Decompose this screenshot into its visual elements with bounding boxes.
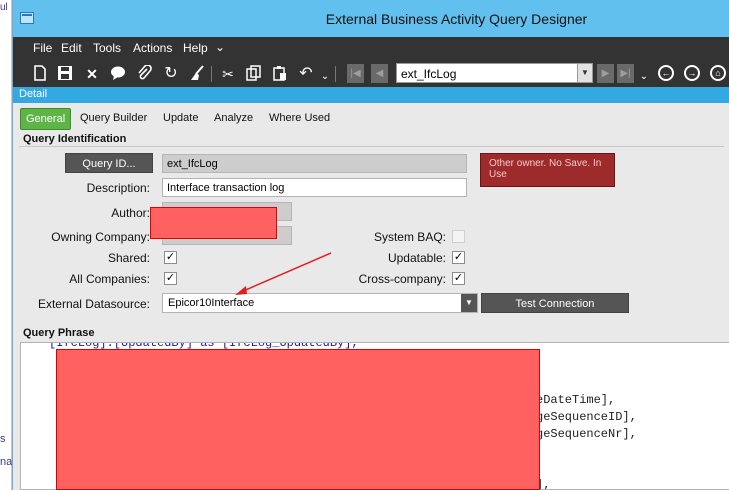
- app-window: External Business Activity Query Designe…: [12, 0, 729, 490]
- title-bar[interactable]: External Business Activity Query Designe…: [13, 0, 729, 37]
- external-datasource-value: Epicor10Interface: [168, 297, 255, 309]
- previous-record-icon[interactable]: ◀: [371, 64, 388, 83]
- description-field[interactable]: Interface transaction log: [162, 178, 467, 197]
- paste-icon[interactable]: [271, 65, 289, 83]
- author-label: Author:: [111, 206, 150, 220]
- tab-analyze[interactable]: Analyze: [214, 112, 253, 124]
- query-line-fragment: geSequenceID],: [536, 410, 637, 424]
- delete-icon[interactable]: ✕: [83, 65, 101, 83]
- nav-overflow-icon[interactable]: ⌄: [635, 68, 653, 86]
- menu-actions[interactable]: Actions: [133, 41, 172, 55]
- record-navigator-value: ext_IfcLog: [401, 67, 457, 81]
- undo-icon[interactable]: ↶: [297, 65, 315, 83]
- query-identification-header: Query Identification: [23, 133, 127, 145]
- shared-label: Shared:: [107, 251, 150, 265]
- query-id-field[interactable]: ext_IfcLog: [162, 154, 467, 173]
- chevron-down-icon[interactable]: ▼: [577, 64, 592, 82]
- attach-icon[interactable]: [135, 64, 153, 83]
- all-companies-label: All Companies:: [69, 272, 150, 286]
- toolbar-separator: [211, 66, 212, 82]
- status-badge: Other owner. No Save. In Use: [480, 153, 615, 187]
- menu-bar: File Edit Tools Actions Help ⌄: [13, 37, 729, 60]
- toolbar-overflow-icon[interactable]: ⌄: [316, 68, 334, 86]
- menu-overflow-icon[interactable]: ⌄: [215, 40, 225, 54]
- first-record-icon[interactable]: |◀: [347, 64, 364, 83]
- redaction-box: [150, 207, 277, 239]
- updatable-checkbox[interactable]: ✓: [452, 251, 465, 264]
- redaction-box: [56, 349, 540, 490]
- menu-tools[interactable]: Tools: [93, 41, 121, 55]
- shared-checkbox[interactable]: ✓: [164, 251, 177, 264]
- tab-where-used[interactable]: Where Used: [269, 112, 330, 124]
- detail-label: Detail: [19, 88, 48, 100]
- external-datasource-label: External Datasource:: [37, 297, 150, 311]
- record-navigator-combo[interactable]: ext_IfcLog ▼: [396, 63, 593, 83]
- chevron-down-icon[interactable]: ▼: [461, 294, 477, 312]
- forward-icon[interactable]: →: [684, 65, 700, 81]
- tab-general[interactable]: General: [20, 108, 72, 130]
- system-baq-label: System BAQ:: [373, 230, 446, 244]
- section-divider: [19, 146, 724, 147]
- cut-icon[interactable]: ✂: [219, 65, 237, 83]
- comment-icon[interactable]: [109, 65, 127, 83]
- query-line-fragment: geSequenceNr],: [536, 427, 637, 441]
- tab-update[interactable]: Update: [163, 112, 198, 124]
- background-text-bottom-1: s: [0, 433, 6, 445]
- all-companies-checkbox[interactable]: ✓: [164, 272, 177, 285]
- background-text-top: ul: [0, 2, 8, 13]
- description-label: Description:: [86, 181, 150, 195]
- menu-help[interactable]: Help: [183, 41, 208, 55]
- refresh-icon[interactable]: ↻: [162, 65, 180, 83]
- last-record-icon[interactable]: ▶|: [617, 64, 634, 83]
- external-datasource-select[interactable]: Epicor10Interface ▼: [162, 293, 478, 313]
- new-icon[interactable]: [31, 65, 49, 83]
- updatable-label: Updatable:: [387, 251, 446, 265]
- owning-company-label: Owning Company:: [51, 230, 150, 244]
- toolbar-separator: [335, 66, 336, 82]
- toolbar: ✕ ↻ ✂ ↶ ⌄ |◀ ◀ ext_IfcLog ▼ ▶ ▶| ⌄ ← → ⌂: [13, 60, 729, 87]
- back-icon[interactable]: ←: [658, 65, 674, 81]
- query-line-fragment: eDateTime],: [536, 393, 616, 407]
- cross-company-label: Cross-company:: [358, 272, 446, 286]
- menu-file[interactable]: File: [33, 41, 52, 55]
- background-window-strip: [0, 0, 12, 490]
- background-text-bottom-2: na: [0, 456, 13, 468]
- menu-edit[interactable]: Edit: [61, 41, 82, 55]
- system-baq-checkbox[interactable]: [452, 230, 465, 243]
- tab-query-builder[interactable]: Query Builder: [80, 112, 147, 124]
- query-phrase-header: Query Phrase: [23, 327, 95, 339]
- save-icon[interactable]: [56, 65, 74, 83]
- detail-bar: Detail: [13, 87, 729, 103]
- copy-icon[interactable]: [245, 65, 263, 83]
- test-connection-button[interactable]: Test Connection: [481, 293, 629, 313]
- screen: ul s na External Business Activity Query…: [0, 0, 729, 490]
- clear-icon[interactable]: [188, 65, 206, 83]
- query-id-button[interactable]: Query ID...: [65, 153, 153, 173]
- tab-strip: General Query Builder Update Analyze Whe…: [13, 103, 729, 131]
- home-icon[interactable]: ⌂: [710, 65, 726, 81]
- next-record-icon[interactable]: ▶: [597, 64, 614, 83]
- window-title: External Business Activity Query Designe…: [325, 11, 588, 27]
- cross-company-checkbox[interactable]: ✓: [452, 272, 465, 285]
